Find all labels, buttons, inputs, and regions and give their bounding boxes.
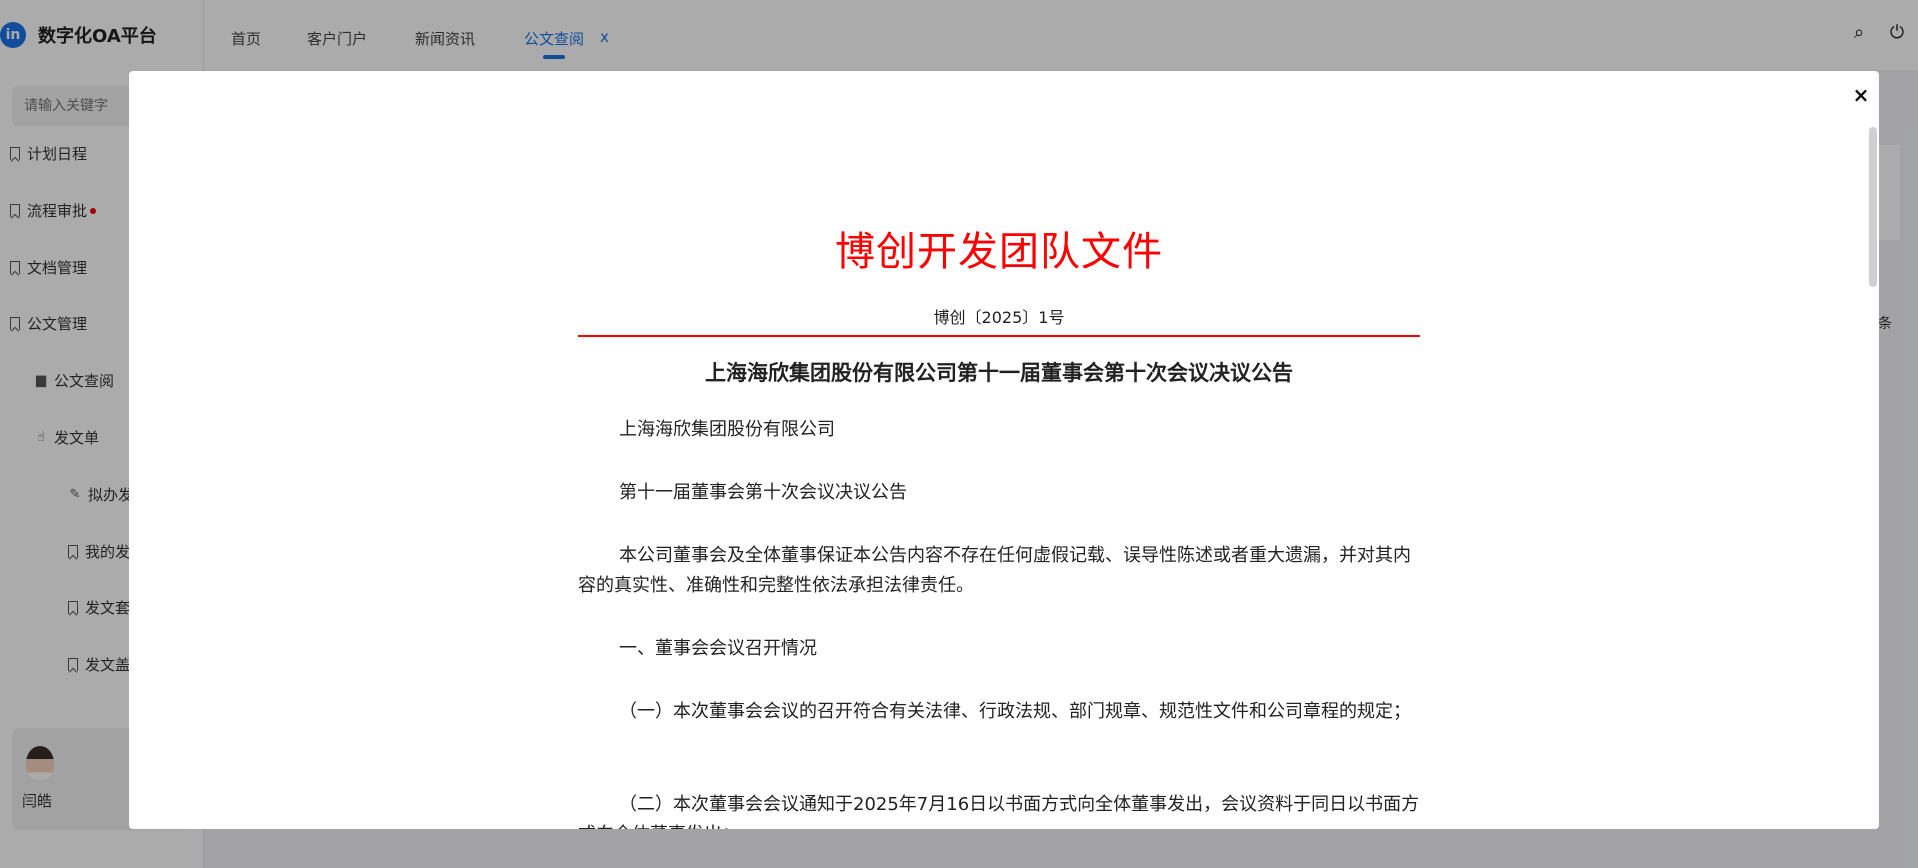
close-icon[interactable]: × — [1849, 83, 1873, 107]
document-number: 博创〔2025〕1号 — [933, 308, 1065, 327]
document-paragraph: （二）本次董事会会议通知于2025年7月16日以书面方式向全体董事发出，会议资料… — [578, 794, 1420, 829]
document-modal: × 博创开发团队文件 博创〔2025〕1号 上海海欣集团股份有限公司第十一届董事… — [129, 71, 1879, 829]
document-paragraph: 上海海欣集团股份有限公司 — [619, 419, 835, 440]
document-heading: 上海海欣集团股份有限公司第十一届董事会第十次会议决议公告 — [705, 360, 1293, 385]
document-paragraph: 第十一届董事会第十次会议决议公告 — [619, 482, 907, 503]
document-paragraph: 本公司董事会及全体董事保证本公告内容不存在任何虚假记载、误导性陈述或者重大遗漏，… — [578, 545, 1411, 596]
document-paragraph: 一、董事会会议召开情况 — [619, 638, 817, 659]
document-title: 博创开发团队文件 — [835, 229, 1163, 275]
scrollbar-thumb[interactable] — [1869, 127, 1877, 287]
red-divider — [578, 335, 1420, 337]
document-paragraph: （一）本次董事会会议的召开符合有关法律、行政法规、部门规章、规范性文件和公司章程… — [619, 701, 1411, 722]
